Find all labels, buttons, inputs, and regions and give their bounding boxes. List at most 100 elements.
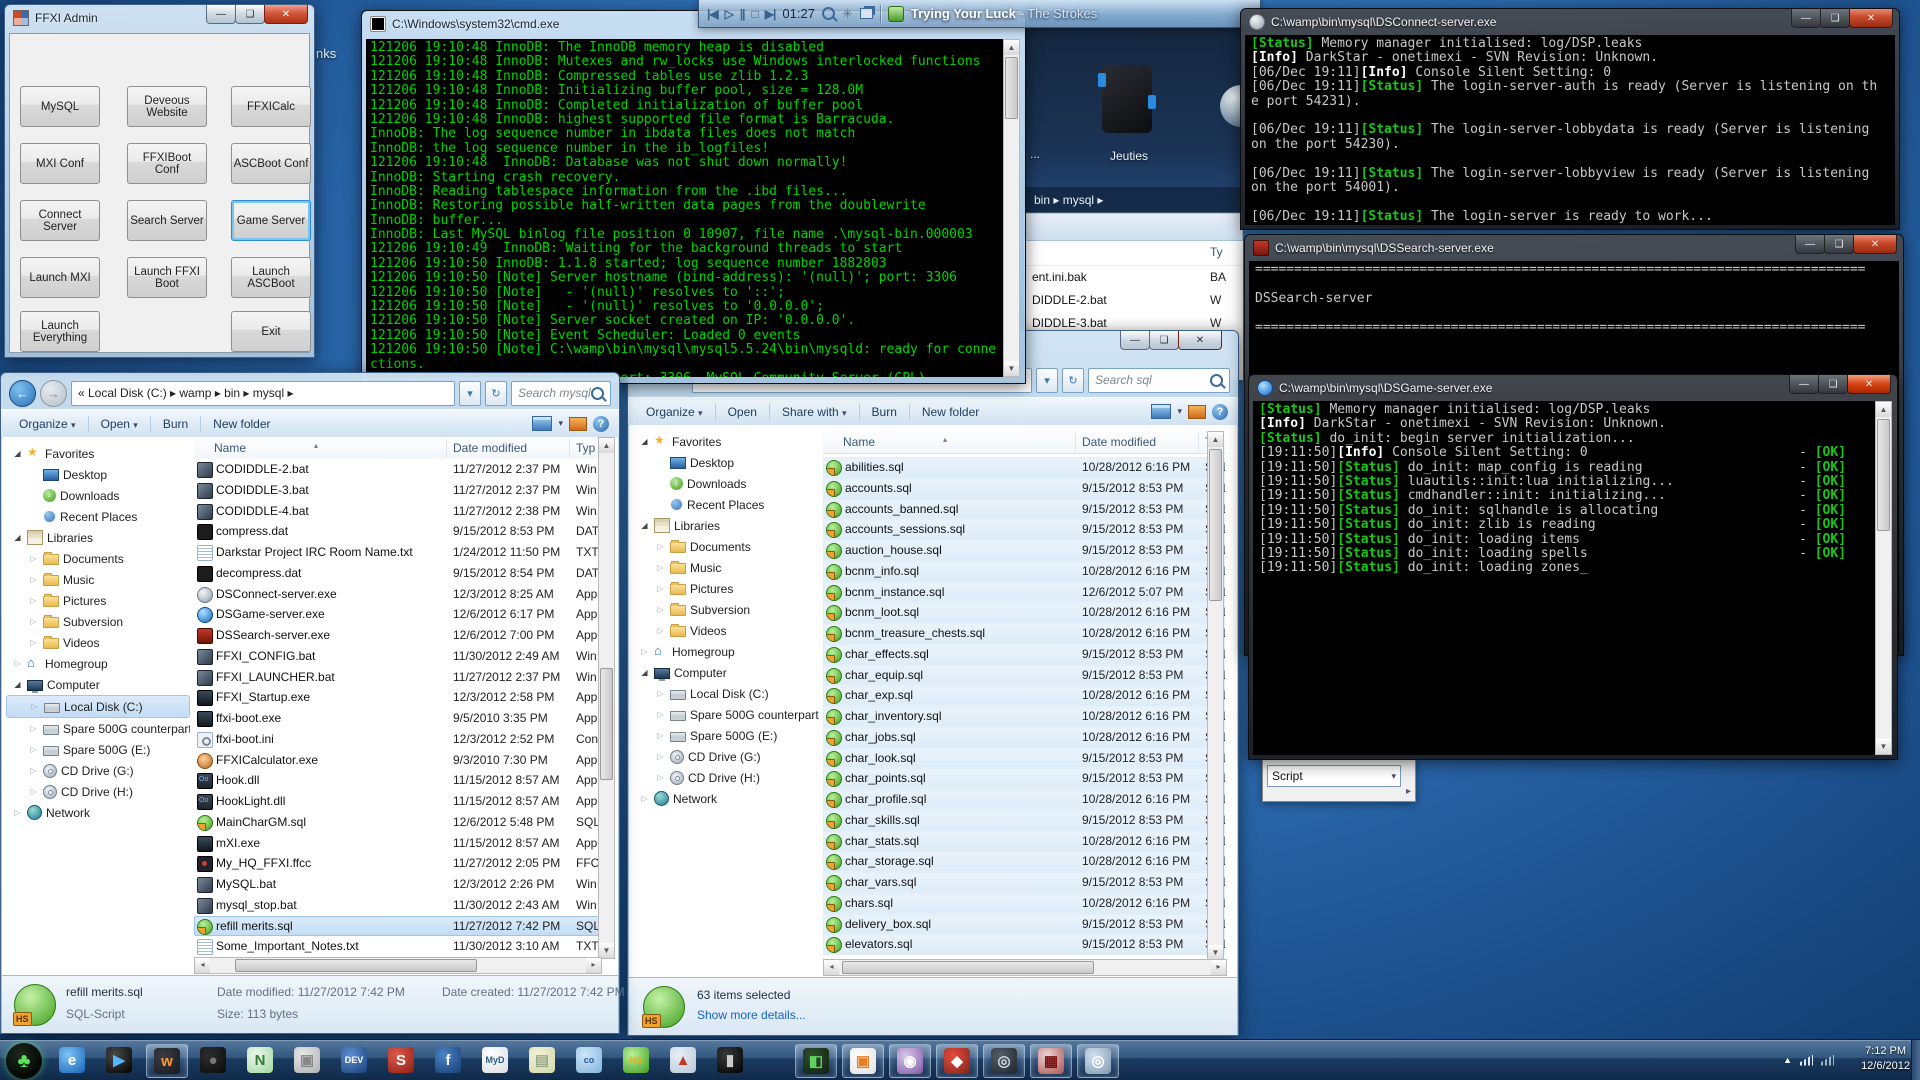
mxi-conf-button[interactable]: MXI Conf: [20, 143, 100, 184]
network-icon[interactable]: [1800, 1055, 1813, 1066]
file-row[interactable]: char_equip.sql9/15/2012 8:53 PMSQL: [823, 665, 1225, 686]
sidebar-item-pictures[interactable]: ▷Pictures: [633, 578, 819, 599]
script-dropdown[interactable]: Script▾: [1267, 765, 1401, 787]
expander-icon[interactable]: ▷: [655, 752, 666, 761]
file-row[interactable]: char_jobs.sql10/28/2012 6:16 PMSQL: [823, 727, 1225, 748]
sidebar-item-spare-500g-e-[interactable]: ▷Spare 500G (E:): [633, 725, 819, 746]
file-row[interactable]: ffxi-boot.ini12/3/2012 2:52 PMCon: [194, 729, 600, 750]
file-row[interactable]: accounts_banned.sql9/15/2012 8:53 PMSQL: [823, 499, 1225, 520]
maximize-button[interactable]: ❏: [1820, 9, 1850, 28]
search-input[interactable]: Search mysql: [511, 381, 611, 406]
file-row[interactable]: accounts_sessions.sql9/15/2012 8:53 PMSQ…: [823, 519, 1225, 540]
expander-icon[interactable]: ▷: [12, 659, 23, 668]
vertical-scrollbar[interactable]: ▲▼: [1875, 401, 1892, 755]
player-app-icon[interactable]: [888, 6, 904, 22]
file-row[interactable]: CODIDDLE-4.bat11/27/2012 2:38 PMWin: [194, 501, 600, 522]
file-row[interactable]: ent.ini.bakBA: [1024, 266, 1243, 289]
taskbar-blue-feather-app-icon[interactable]: f: [428, 1044, 468, 1076]
file-row[interactable]: Darkstar Project IRC Room Name.txt1/24/2…: [194, 542, 600, 563]
signal-icon[interactable]: [1821, 1055, 1834, 1066]
taskbar-internet-explorer-icon[interactable]: e: [52, 1044, 92, 1076]
maximize-button[interactable]: ❏: [1824, 235, 1854, 254]
help-icon[interactable]: ?: [593, 416, 609, 432]
ffxiboot-conf-button[interactable]: FFXIBoot Conf: [127, 143, 207, 184]
file-row[interactable]: refill merits.sql11/27/2012 7:42 PMSQL: [194, 916, 600, 937]
file-row[interactable]: MySQL.bat12/3/2012 2:26 PMWin: [194, 874, 600, 895]
expander-icon[interactable]: ▷: [639, 647, 650, 656]
search-server-button[interactable]: Search Server: [127, 200, 207, 241]
sidebar-item-subversion[interactable]: ▷Subversion: [6, 611, 190, 632]
taskbar-mysql-tool-icon[interactable]: MyD: [475, 1044, 515, 1076]
taskbar-prism-app-icon[interactable]: ▲: [663, 1044, 703, 1076]
taskbar-sphere-app-icon[interactable]: ◎: [1077, 1044, 1119, 1078]
sidebar-item-cd-drive-g-[interactable]: ▷CD Drive (G:): [633, 746, 819, 767]
address-dropdown-button[interactable]: ▾: [1036, 368, 1058, 393]
taskbar-media-player-icon[interactable]: ▶: [99, 1044, 139, 1076]
taskbar-dev-cpp-icon[interactable]: DEV: [334, 1044, 374, 1076]
show-more-details-link[interactable]: Show more details...: [697, 1008, 806, 1022]
sidebar-item-cd-drive-h-[interactable]: ▷CD Drive (H:): [633, 767, 819, 788]
file-row[interactable]: mysql_stop.bat11/30/2012 2:43 AMWin: [194, 895, 600, 916]
new-folder-button[interactable]: New folder: [205, 415, 278, 433]
pause-icon[interactable]: ||: [740, 8, 745, 20]
sidebar-item-network[interactable]: ▷Network: [6, 802, 190, 823]
file-row[interactable]: char_storage.sql10/28/2012 6:16 PMSQL: [823, 851, 1225, 872]
change-view-icon[interactable]: [532, 416, 552, 431]
file-row[interactable]: char_stats.sql10/28/2012 6:16 PMSQL: [823, 831, 1225, 852]
minimize-button[interactable]: —: [1795, 235, 1825, 254]
expander-icon[interactable]: ◢: [639, 668, 650, 677]
taskbar-notepad-plus-icon[interactable]: N: [240, 1044, 280, 1076]
sidebar-item-network[interactable]: ▷Network: [633, 788, 819, 809]
horizontal-scrollbar[interactable]: ◂▸: [823, 959, 1227, 976]
taskbar-red-app-icon[interactable]: S: [381, 1044, 421, 1076]
search-input[interactable]: Search sql: [1088, 368, 1230, 393]
expander-icon[interactable]: ▷: [655, 689, 666, 698]
taskbar-connect-app-icon[interactable]: co: [569, 1044, 609, 1076]
file-row[interactable]: FFXI_CONFIG.bat11/30/2012 2:49 AMWin: [194, 646, 600, 667]
new-folder-button[interactable]: New folder: [914, 403, 987, 421]
scroll-right-icon[interactable]: ▸: [1406, 786, 1411, 797]
expander-icon[interactable]: ▷: [28, 575, 39, 584]
sidebar-item-libraries[interactable]: ◢Libraries: [6, 527, 190, 548]
close-button[interactable]: ✕: [1849, 9, 1893, 28]
sidebar-item-recent-places[interactable]: Recent Places: [6, 506, 190, 527]
sidebar-item-libraries[interactable]: ◢Libraries: [633, 515, 819, 536]
file-row[interactable]: My_HQ_FFXI.ffcc11/27/2012 2:05 PMFFC: [194, 853, 600, 874]
sidebar-item-spare-500g-e-[interactable]: ▷Spare 500G (E:): [6, 739, 190, 760]
file-row[interactable]: bcnm_instance.sql12/6/2012 5:07 PMSQL: [823, 582, 1225, 603]
column-header-name[interactable]: Name: [214, 441, 246, 455]
back-button[interactable]: ←: [9, 380, 36, 407]
expander-icon[interactable]: ▷: [655, 605, 666, 614]
mysql-button[interactable]: MySQL: [20, 86, 100, 127]
taskbar-folder-app-icon[interactable]: ▤: [522, 1044, 562, 1076]
breadcrumb[interactable]: bin ▸ mysql ▸: [1024, 187, 1243, 213]
taskbar-gray-app-icon[interactable]: ▣: [287, 1044, 327, 1076]
file-row[interactable]: decompress.dat9/15/2012 8:54 PMDAT: [194, 563, 600, 584]
taskbar-tiles-app-icon[interactable]: ▣: [842, 1044, 884, 1078]
file-row[interactable]: compress.dat9/15/2012 8:53 PMDAT: [194, 521, 600, 542]
taskbar-ffxi-playonline-icon[interactable]: ◎: [983, 1044, 1025, 1078]
sidebar-item-documents[interactable]: ▷Documents: [633, 536, 819, 557]
file-row[interactable]: char_points.sql9/15/2012 8:53 PMSQL: [823, 768, 1225, 789]
file-row[interactable]: char_inventory.sql10/28/2012 6:16 PMSQL: [823, 706, 1225, 727]
close-button[interactable]: ✕: [264, 5, 308, 24]
sidebar-item-spare-500g-counterpart[interactable]: ▷Spare 500G counterpart: [633, 704, 819, 725]
ffxicalc-button[interactable]: FFXICalc: [231, 86, 311, 127]
share-with-button[interactable]: Share with ▾: [774, 403, 855, 421]
close-button[interactable]: ✕: [1178, 331, 1222, 350]
taskbar-pixel-app-icon[interactable]: ▦: [1030, 1044, 1072, 1078]
expander-icon[interactable]: ▷: [655, 584, 666, 593]
expander-icon[interactable]: ▷: [28, 766, 39, 775]
taskbar-diamond-app-icon[interactable]: ◆: [936, 1044, 978, 1078]
file-row[interactable]: char_profile.sql10/28/2012 6:16 PMSQL: [823, 789, 1225, 810]
organize-button[interactable]: Organize ▾: [638, 403, 711, 421]
minimize-button[interactable]: —: [1789, 375, 1819, 394]
expander-icon[interactable]: ▷: [28, 787, 39, 796]
file-row[interactable]: bcnm_loot.sql10/28/2012 6:16 PMSQL: [823, 602, 1225, 623]
expander-icon[interactable]: ◢: [12, 449, 23, 458]
taskbar-circuit-app-icon[interactable]: ◧: [795, 1044, 837, 1078]
show-desktop-button[interactable]: [1911, 1040, 1920, 1080]
jeuties-folder-icon[interactable]: [1102, 65, 1152, 133]
connect-server-button[interactable]: Connect Server: [20, 200, 100, 241]
launch-everything-button[interactable]: Launch Everything: [20, 311, 100, 352]
